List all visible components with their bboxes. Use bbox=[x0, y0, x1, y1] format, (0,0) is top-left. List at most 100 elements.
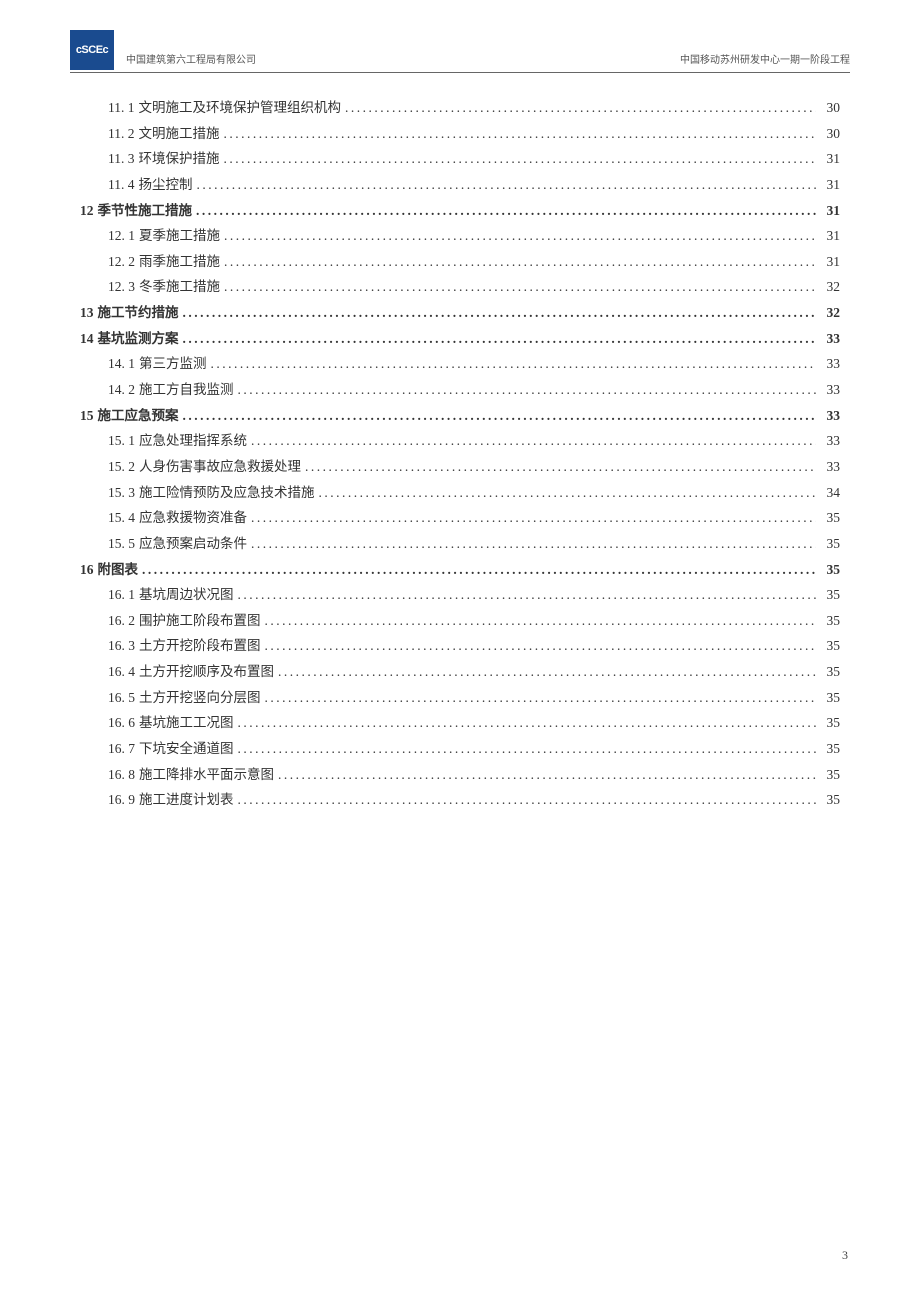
toc-entry-title: 施工降排水平面示意图 bbox=[139, 762, 274, 788]
toc-entry: 15. 2人身伤害事故应急救援处理 33 bbox=[80, 454, 840, 480]
toc-entry-page: 35 bbox=[820, 659, 840, 685]
toc-leader-dots bbox=[278, 659, 816, 685]
toc-entry-number: 16 bbox=[80, 557, 94, 583]
toc-leader-dots bbox=[238, 736, 817, 762]
toc-entry-number: 11. 4 bbox=[108, 172, 135, 198]
toc-entry-number: 14 bbox=[80, 326, 94, 352]
toc-leader-dots bbox=[305, 454, 816, 480]
toc-leader-dots bbox=[319, 480, 817, 506]
toc-entry-number: 11. 2 bbox=[108, 121, 135, 147]
toc-entry-title: 土方开挖顺序及布置图 bbox=[139, 659, 274, 685]
toc-entry: 12 季节性施工措施31 bbox=[80, 198, 840, 224]
toc-entry-page: 31 bbox=[820, 146, 840, 172]
header-left: cSCEc 中国建筑第六工程局有限公司 bbox=[70, 30, 256, 70]
toc-entry-number: 15. 2 bbox=[108, 454, 135, 480]
toc-entry-number: 12. 1 bbox=[108, 223, 135, 249]
toc-entry-page: 31 bbox=[820, 249, 840, 275]
toc-entry: 16. 2围护施工阶段布置图35 bbox=[80, 608, 840, 634]
page-header: cSCEc 中国建筑第六工程局有限公司 中国移动苏州研发中心一期一阶段工程 bbox=[70, 30, 850, 73]
toc-entry-page: 35 bbox=[820, 557, 840, 583]
toc-entry: 14 基坑监测方案 33 bbox=[80, 326, 840, 352]
toc-entry: 16 附图表 35 bbox=[80, 557, 840, 583]
toc-entry-title: 环境保护措施 bbox=[139, 146, 220, 172]
toc-entry-page: 35 bbox=[820, 505, 840, 531]
toc-entry-page: 35 bbox=[820, 531, 840, 557]
toc-entry: 11. 2文明施工措施 30 bbox=[80, 121, 840, 147]
toc-leader-dots bbox=[224, 249, 816, 275]
toc-entry-page: 35 bbox=[820, 685, 840, 711]
toc-entry-number: 15 bbox=[80, 403, 94, 429]
toc-entry-title: 基坑周边状况图 bbox=[139, 582, 234, 608]
toc-entry-title: 文明施工措施 bbox=[139, 121, 220, 147]
toc-entry: 15 施工应急预案33 bbox=[80, 403, 840, 429]
toc-entry: 16. 8施工降排水平面示意图35 bbox=[80, 762, 840, 788]
toc-entry-title: 施工进度计划表 bbox=[139, 787, 234, 813]
table-of-contents: 11. 1文明施工及环境保护管理组织机构3011. 2文明施工措施3011. 3… bbox=[70, 91, 850, 813]
toc-entry-page: 35 bbox=[820, 710, 840, 736]
toc-entry-title: 下坑安全通道图 bbox=[139, 736, 234, 762]
toc-entry-page: 35 bbox=[820, 762, 840, 788]
toc-entry-number: 16. 9 bbox=[108, 787, 135, 813]
toc-entry: 15. 3施工险情预防及应急技术措施34 bbox=[80, 480, 840, 506]
toc-entry-page: 33 bbox=[820, 351, 840, 377]
toc-leader-dots bbox=[196, 198, 816, 224]
toc-leader-dots bbox=[183, 326, 817, 352]
toc-entry-page: 33 bbox=[820, 326, 840, 352]
toc-entry-title: 雨季施工措施 bbox=[139, 249, 220, 275]
toc-entry-title: 基坑监测方案 bbox=[98, 326, 179, 352]
toc-entry: 16. 5土方开挖竖向分层图35 bbox=[80, 685, 840, 711]
toc-entry-title: 基坑施工工况图 bbox=[139, 710, 234, 736]
toc-leader-dots bbox=[345, 95, 816, 121]
toc-entry-title: 人身伤害事故应急救援处理 bbox=[139, 454, 301, 480]
toc-entry-page: 34 bbox=[820, 480, 840, 506]
company-name: 中国建筑第六工程局有限公司 bbox=[126, 51, 256, 70]
toc-entry-title: 应急处理指挥系统 bbox=[139, 428, 247, 454]
toc-entry-page: 35 bbox=[820, 736, 840, 762]
toc-entry-title: 应急救援物资准备 bbox=[139, 505, 247, 531]
toc-entry: 16. 3土方开挖阶段布置图35 bbox=[80, 633, 840, 659]
toc-entry-page: 35 bbox=[820, 787, 840, 813]
toc-entry-number: 15. 3 bbox=[108, 480, 135, 506]
company-logo-icon: cSCEc bbox=[70, 30, 114, 70]
toc-entry-number: 16. 7 bbox=[108, 736, 135, 762]
toc-entry-number: 11. 3 bbox=[108, 146, 135, 172]
toc-entry: 14. 2施工方自我监测 33 bbox=[80, 377, 840, 403]
toc-entry-number: 12 bbox=[80, 198, 94, 224]
toc-entry-title: 附图表 bbox=[98, 557, 139, 583]
toc-entry-number: 16. 1 bbox=[108, 582, 135, 608]
toc-entry-page: 33 bbox=[820, 377, 840, 403]
toc-entry-page: 35 bbox=[820, 633, 840, 659]
toc-entry-page: 31 bbox=[820, 198, 840, 224]
toc-entry-page: 30 bbox=[820, 95, 840, 121]
toc-entry-title: 应急预案启动条件 bbox=[139, 531, 247, 557]
toc-entry: 16. 4土方开挖顺序及布置图 35 bbox=[80, 659, 840, 685]
toc-entry: 16. 9施工进度计划表 35 bbox=[80, 787, 840, 813]
toc-entry-title: 围护施工阶段布置图 bbox=[139, 608, 261, 634]
page-number: 3 bbox=[842, 1248, 848, 1263]
toc-entry-number: 16. 4 bbox=[108, 659, 135, 685]
toc-entry-number: 16. 3 bbox=[108, 633, 135, 659]
toc-entry-title: 冬季施工措施 bbox=[139, 274, 220, 300]
toc-leader-dots bbox=[211, 351, 817, 377]
toc-entry-number: 14. 1 bbox=[108, 351, 135, 377]
toc-entry: 15. 4应急救援物资准备35 bbox=[80, 505, 840, 531]
toc-entry: 12. 3冬季施工措施32 bbox=[80, 274, 840, 300]
project-name: 中国移动苏州研发中心一期一阶段工程 bbox=[680, 51, 850, 70]
toc-leader-dots bbox=[238, 710, 817, 736]
toc-entry-title: 文明施工及环境保护管理组织机构 bbox=[139, 95, 342, 121]
toc-entry-number: 15. 5 bbox=[108, 531, 135, 557]
toc-entry-page: 33 bbox=[820, 454, 840, 480]
toc-entry-page: 30 bbox=[820, 121, 840, 147]
toc-entry-number: 14. 2 bbox=[108, 377, 135, 403]
toc-entry: 12. 2雨季施工措施31 bbox=[80, 249, 840, 275]
toc-leader-dots bbox=[238, 582, 817, 608]
toc-entry: 11. 1文明施工及环境保护管理组织机构30 bbox=[80, 95, 840, 121]
toc-leader-dots bbox=[265, 685, 817, 711]
toc-leader-dots bbox=[251, 505, 816, 531]
toc-leader-dots bbox=[224, 121, 817, 147]
toc-entry: 13 施工节约措施32 bbox=[80, 300, 840, 326]
toc-entry-number: 16. 6 bbox=[108, 710, 135, 736]
toc-entry-title: 施工方自我监测 bbox=[139, 377, 234, 403]
toc-entry-page: 32 bbox=[820, 274, 840, 300]
toc-leader-dots bbox=[183, 300, 817, 326]
